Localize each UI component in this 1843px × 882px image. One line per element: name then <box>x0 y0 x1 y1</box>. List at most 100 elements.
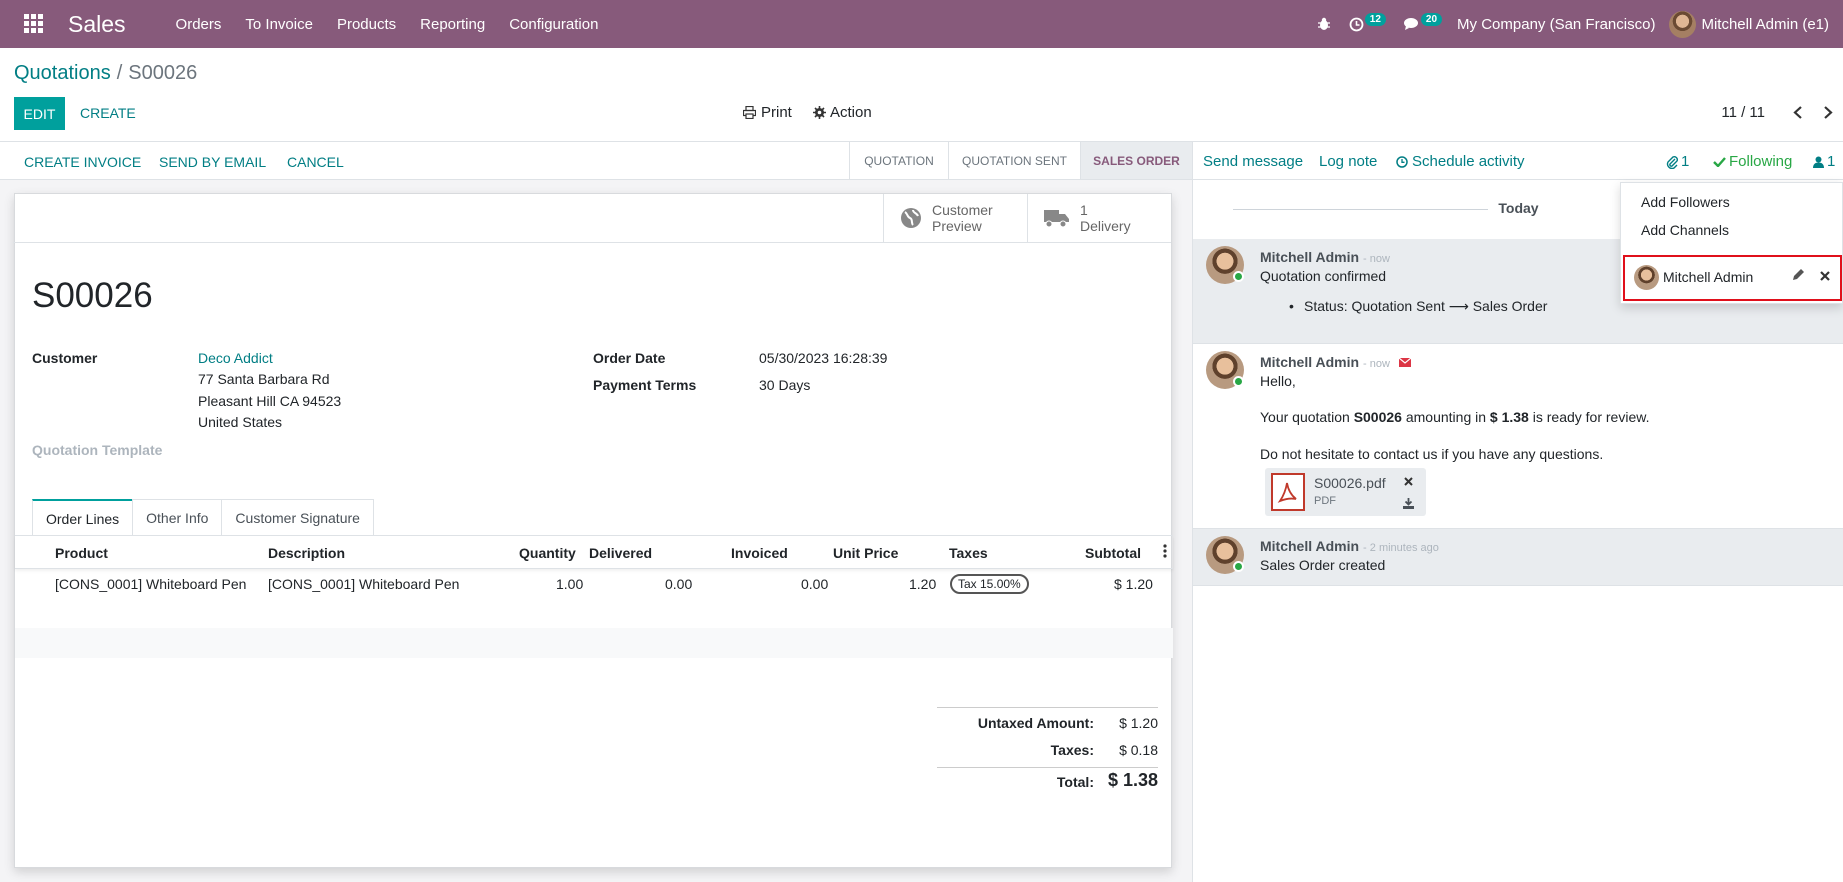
smart-button-box: Customer Preview 1 Delivery <box>13 194 1171 243</box>
col-description[interactable]: Description <box>268 545 345 561</box>
menu-to-invoice[interactable]: To Invoice <box>233 16 325 33</box>
message-count-badge: 20 <box>1420 12 1443 26</box>
pencil-icon <box>1793 269 1804 280</box>
col-invoiced[interactable]: Invoiced <box>731 545 788 561</box>
order-date-value: 05/30/2023 16:28:39 <box>759 350 888 366</box>
empty-row-stripe <box>15 628 1173 658</box>
print-dropdown[interactable]: Print <box>743 104 792 121</box>
cell-quantity: 1.00 <box>556 576 584 592</box>
remove-follower-button[interactable] <box>1820 268 1830 284</box>
breadcrumb-separator: / <box>116 62 123 84</box>
grid-icon <box>24 14 43 33</box>
tab-order-lines[interactable]: Order Lines <box>32 499 134 536</box>
add-followers-button[interactable]: Add Followers <box>1641 194 1730 210</box>
follower-name[interactable]: Mitchell Admin <box>1663 269 1753 285</box>
attachment-delete-button[interactable] <box>1404 473 1413 489</box>
chatter-topbar: Send message Log note Schedule activity … <box>1193 142 1843 180</box>
taxes-label: Taxes: <box>1050 742 1094 758</box>
create-invoice-button[interactable]: CREATE INVOICE <box>24 154 141 170</box>
optional-columns-button[interactable] <box>1163 544 1167 561</box>
message-author[interactable]: Mitchell Admin - now <box>1260 354 1412 370</box>
tab-customer-signature[interactable]: Customer Signature <box>221 499 374 536</box>
col-product[interactable]: Product <box>55 545 108 561</box>
total-value: $ 1.38 <box>1107 770 1158 790</box>
cell-product: [CONS_0001] Whiteboard Pen <box>55 576 247 592</box>
create-button[interactable]: CREATE <box>80 105 136 121</box>
following-button[interactable]: Following <box>1713 153 1792 170</box>
stage-quotation[interactable]: QUOTATION <box>849 142 948 179</box>
taxes-value: $ 0.18 <box>1119 742 1158 758</box>
breadcrumb-quotations[interactable]: Quotations <box>14 62 111 84</box>
attachment-filename: S00026.pdf <box>1314 475 1386 491</box>
pdf-file-icon <box>1271 473 1305 511</box>
stage-quotation-sent[interactable]: QUOTATION SENT <box>948 142 1080 179</box>
send-by-email-button[interactable]: SEND BY EMAIL <box>159 154 266 170</box>
pager-value[interactable]: 11 / 11 <box>1721 104 1765 121</box>
attachments-button[interactable]: 1 <box>1666 153 1689 170</box>
pager-previous-button[interactable] <box>1783 105 1813 119</box>
message-author[interactable]: Mitchell Admin - 2 minutes ago <box>1260 538 1439 554</box>
clock-icon <box>1396 155 1408 168</box>
envelope-icon <box>1398 357 1412 367</box>
form-sheet: Customer Preview 1 Delivery S00026 Custome… <box>13 193 1173 868</box>
col-subtotal[interactable]: Subtotal <box>1085 545 1141 561</box>
menu-products[interactable]: Products <box>325 16 408 33</box>
close-icon <box>1820 271 1830 281</box>
schedule-activity-button[interactable]: Schedule activity <box>1396 153 1525 170</box>
user-name: Mitchell Admin (e1) <box>1701 15 1829 33</box>
attachment-download-button[interactable] <box>1403 496 1414 512</box>
col-taxes[interactable]: Taxes <box>949 545 988 561</box>
message-text: Quotation confirmed <box>1260 268 1387 284</box>
ellipsis-vertical-icon <box>1163 544 1167 558</box>
debug-button[interactable] <box>1308 17 1340 31</box>
pager-next-button[interactable] <box>1813 105 1843 119</box>
following-label: Following <box>1729 153 1793 170</box>
customer-link[interactable]: Deco Addict <box>198 350 273 366</box>
edit-button[interactable]: EDIT <box>14 97 65 130</box>
follower-count: 1 <box>1827 153 1836 170</box>
stage-sales-order[interactable]: SALES ORDER <box>1080 142 1192 179</box>
attachment-card[interactable]: S00026.pdf PDF <box>1265 468 1426 516</box>
breadcrumb-current: S00026 <box>128 62 198 84</box>
col-quantity[interactable]: Quantity <box>519 545 576 561</box>
print-label: Print <box>761 104 792 121</box>
user-menu[interactable]: Mitchell Admin (e1) <box>1669 10 1843 38</box>
apps-menu-button[interactable] <box>0 0 46 48</box>
menu-configuration[interactable]: Configuration <box>497 16 610 33</box>
follower-item[interactable]: Mitchell Admin <box>1623 255 1842 301</box>
tab-other-info[interactable]: Other Info <box>132 499 223 536</box>
email-greeting: Hello, <box>1260 373 1296 389</box>
col-delivered[interactable]: Delivered <box>589 545 652 561</box>
action-dropdown[interactable]: Action <box>813 104 872 121</box>
untaxed-amount-value: $ 1.20 <box>1119 715 1158 731</box>
log-note-button[interactable]: Log note <box>1319 153 1377 170</box>
cancel-button[interactable]: CANCEL <box>287 154 344 170</box>
close-icon <box>1404 477 1413 486</box>
menu-reporting[interactable]: Reporting <box>408 16 497 33</box>
table-row[interactable]: [CONS_0001] Whiteboard Pen [CONS_0001] W… <box>15 569 1173 599</box>
app-name[interactable]: Sales <box>68 11 126 38</box>
send-message-button[interactable]: Send message <box>1203 153 1303 170</box>
form-statusbar: CREATE INVOICE SEND BY EMAIL CANCEL QUOT… <box>0 142 1192 180</box>
comments-icon <box>1403 18 1418 30</box>
breadcrumb: Quotations / S00026 <box>14 62 197 85</box>
navbar-systray: 12 20 My Company (San Francisco) Mitchel… <box>1308 0 1843 48</box>
message-author[interactable]: Mitchell Admin - now <box>1260 249 1390 265</box>
activities-button[interactable]: 12 <box>1340 12 1395 32</box>
edit-subscription-button[interactable] <box>1792 268 1805 284</box>
add-channels-button[interactable]: Add Channels <box>1641 222 1729 238</box>
user-avatar <box>1669 10 1697 38</box>
menu-orders[interactable]: Orders <box>164 16 234 33</box>
company-switcher[interactable]: My Company (San Francisco) <box>1451 16 1669 33</box>
bullet: • <box>1289 298 1294 314</box>
followers-button[interactable]: 1 <box>1813 153 1835 170</box>
user-icon <box>1813 156 1824 168</box>
messages-button[interactable]: 20 <box>1395 12 1451 31</box>
customer-preview-button[interactable]: Customer Preview <box>883 194 1027 242</box>
status-stages: QUOTATION QUOTATION SENT SALES ORDER <box>849 142 1192 179</box>
attachment-type: PDF <box>1314 495 1336 507</box>
delivery-button[interactable]: 1 Delivery <box>1027 194 1171 242</box>
col-unit-price[interactable]: Unit Price <box>833 545 898 561</box>
gear-icon <box>813 106 826 119</box>
attachment-count: 1 <box>1681 153 1690 170</box>
